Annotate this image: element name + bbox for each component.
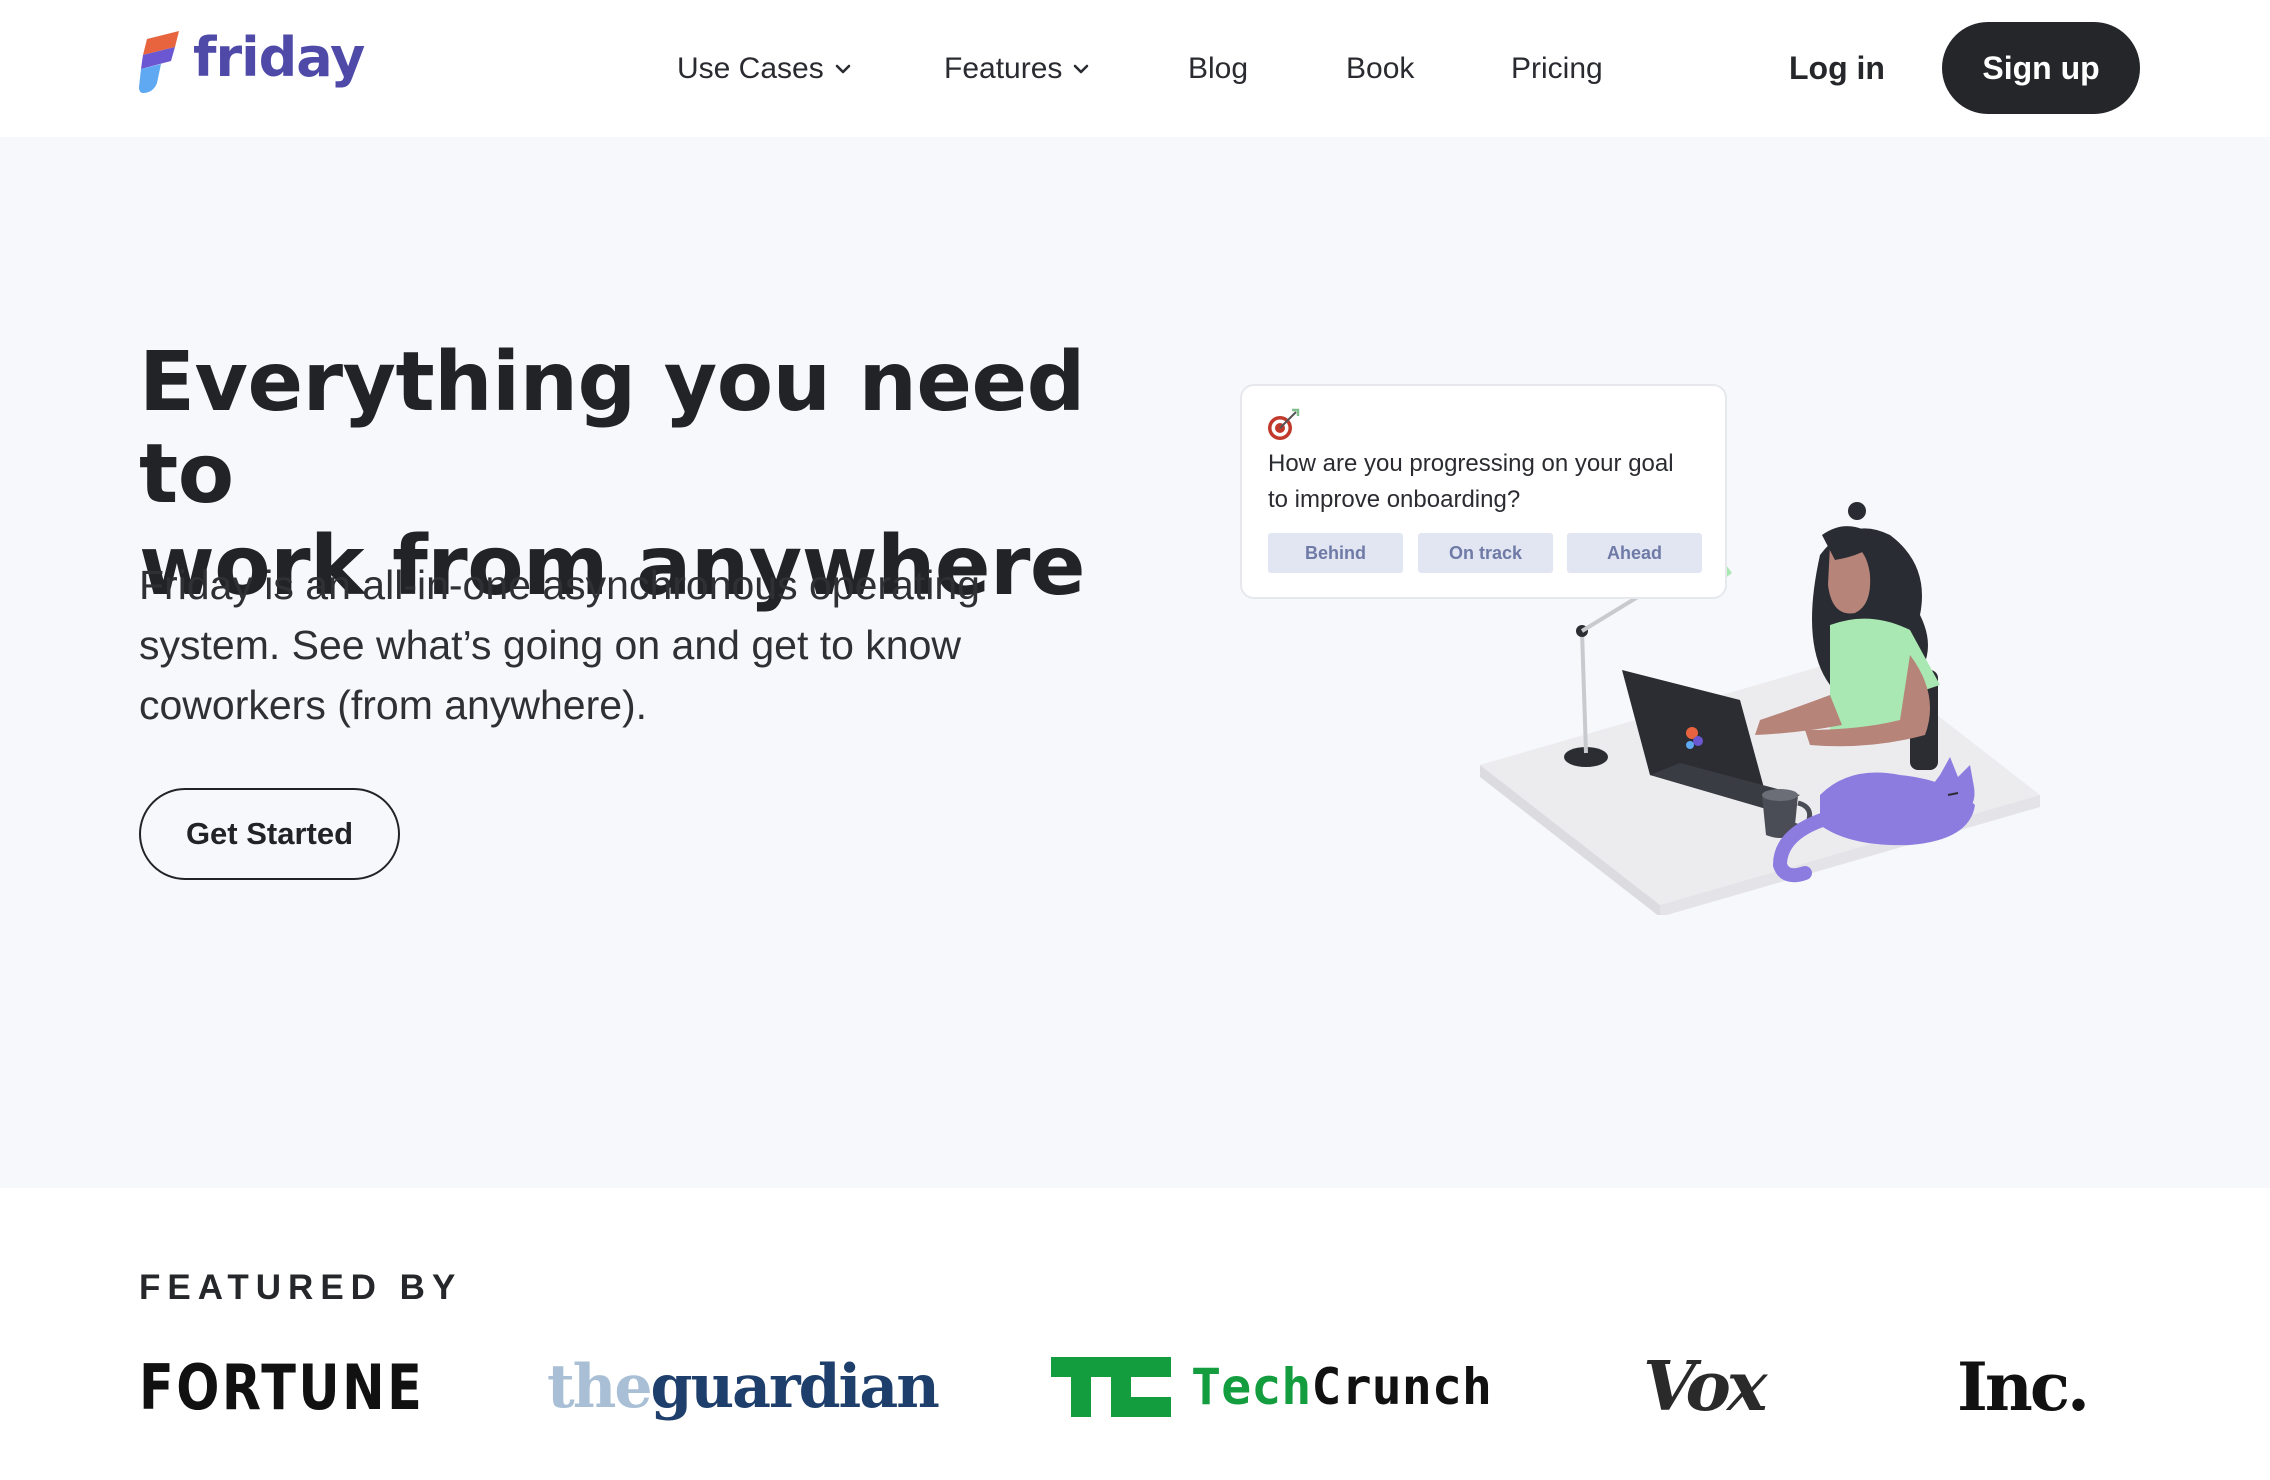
goal-option-behind[interactable]: Behind	[1268, 533, 1403, 573]
nav-use-cases[interactable]: Use Cases	[677, 46, 852, 92]
inc-logo: Inc.	[1957, 1348, 2090, 1426]
nav-blog[interactable]: Blog	[1188, 46, 1248, 92]
nav-blog-label: Blog	[1188, 52, 1249, 85]
hero-description: Friday is an all-in-one asynchronous ope…	[139, 555, 1039, 735]
fortune-logo: FORTUNE	[139, 1350, 425, 1424]
goal-option-ahead[interactable]: Ahead	[1567, 533, 1702, 573]
hero-desc-line2: system. See what’s going on and get to k…	[139, 622, 962, 668]
hero-desc-line1: Friday is an all-in-one asynchronous ope…	[139, 562, 980, 608]
chevron-down-icon	[1074, 64, 1089, 74]
techcrunch-logo: TechCrunch	[1051, 1352, 1492, 1422]
goal-progress-card: How are you progressing on your goal to …	[1240, 384, 1727, 599]
hero-title-line1: Everything you need to	[139, 335, 1085, 522]
nav-features[interactable]: Features	[944, 46, 1090, 92]
nav-pricing[interactable]: Pricing	[1511, 46, 1603, 92]
featured-by-heading: FEATURED BY	[139, 1268, 463, 1307]
hero-desc-line3: coworkers (from anywhere).	[139, 682, 648, 728]
goal-option-on-track[interactable]: On track	[1418, 533, 1553, 573]
nav-book[interactable]: Book	[1346, 46, 1414, 92]
friday-logo-icon	[139, 31, 179, 93]
get-started-button[interactable]: Get Started	[139, 788, 400, 880]
techcrunch-logo-tech: Tech	[1191, 1358, 1312, 1416]
guardian-logo-name: guardian	[650, 1352, 940, 1422]
goal-question-line1: How are you progressing on your goal	[1268, 450, 1674, 477]
techcrunch-logo-crunch: Crunch	[1311, 1358, 1493, 1416]
login-link[interactable]: Log in	[1789, 44, 1885, 92]
goal-question-line2: to improve onboarding?	[1268, 486, 1521, 513]
nav-features-label: Features	[944, 52, 1063, 85]
guardian-logo-the: the	[547, 1352, 653, 1422]
nav-book-label: Book	[1346, 52, 1415, 85]
nav-use-cases-label: Use Cases	[677, 52, 824, 85]
chevron-down-icon	[835, 64, 851, 74]
friday-logo[interactable]: friday	[139, 26, 365, 94]
vox-logo: Vox	[1643, 1347, 1767, 1427]
top-nav: friday Use Cases Features Blog Book Pric…	[0, 0, 2270, 137]
signup-button[interactable]: Sign up	[1942, 22, 2140, 114]
guardian-logo: the guardian	[547, 1352, 940, 1422]
goal-question: How are you progressing on your goal to …	[1268, 446, 1718, 518]
techcrunch-mark-icon	[1051, 1357, 1171, 1417]
target-icon	[1268, 408, 1300, 440]
brand-name: friday	[193, 26, 365, 89]
techcrunch-logo-text: TechCrunch	[1191, 1358, 1492, 1416]
nav-pricing-label: Pricing	[1511, 52, 1603, 85]
